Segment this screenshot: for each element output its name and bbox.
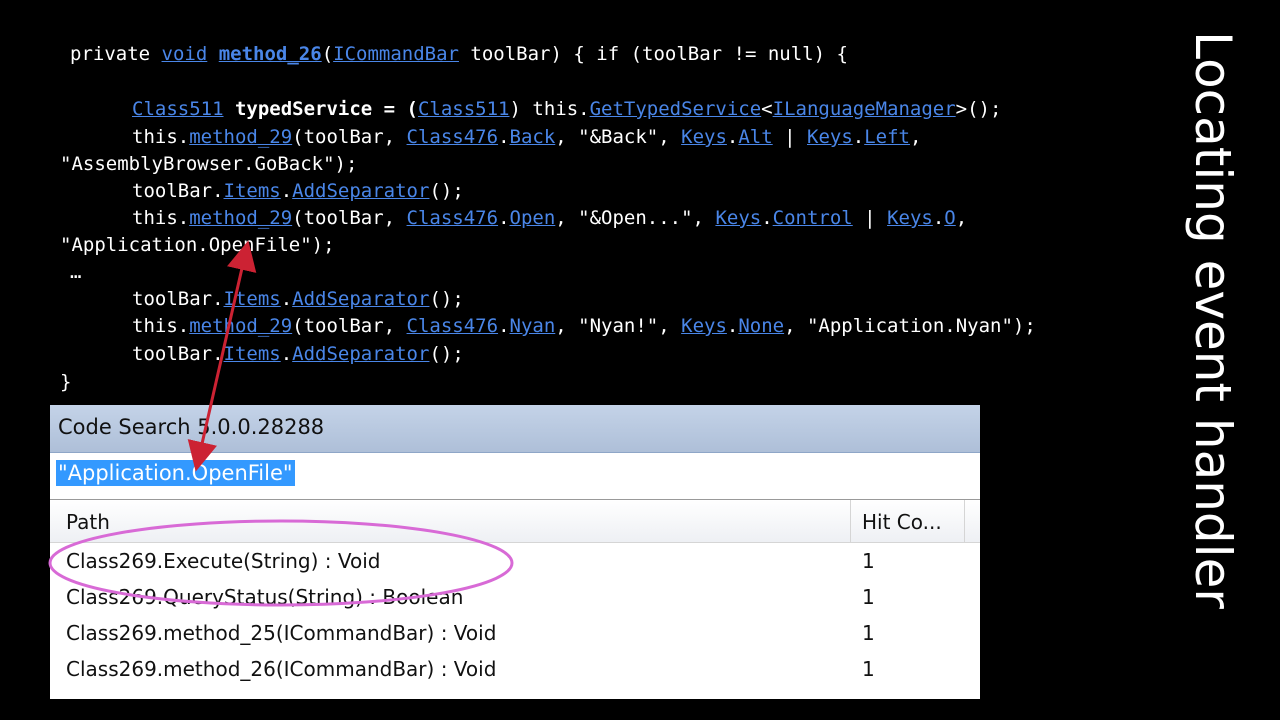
highlight-ellipse [48,519,514,607]
double-arrow [187,240,257,472]
annotation-overlay [48,240,514,607]
